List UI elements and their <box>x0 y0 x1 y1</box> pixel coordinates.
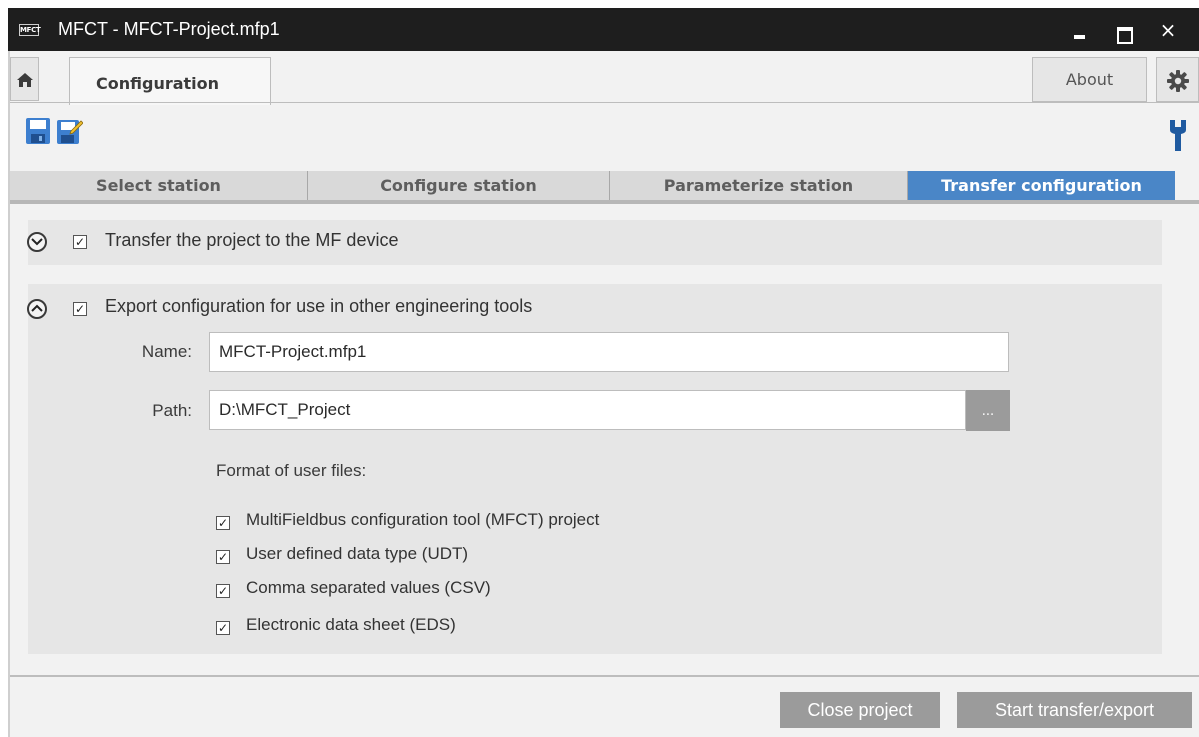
format-udt-label: User defined data type (UDT) <box>246 544 469 563</box>
format-option-udt[interactable]: ✓ User defined data type (UDT) <box>216 544 468 568</box>
tab-configuration[interactable]: Configuration <box>69 57 271 105</box>
save-icon[interactable] <box>26 118 50 144</box>
path-label: Path: <box>152 401 192 420</box>
gear-icon <box>1167 70 1189 92</box>
close-icon[interactable]: × <box>1154 17 1182 43</box>
save-as-icon[interactable] <box>57 118 83 144</box>
window-title: MFCT - MFCT-Project.mfp1 <box>58 19 280 39</box>
format-csv-label: Comma separated values (CSV) <box>246 578 491 597</box>
minimize-icon[interactable] <box>1065 17 1093 43</box>
transfer-label: Transfer the project to the MF device <box>105 230 399 250</box>
format-csv-checkbox[interactable]: ✓ <box>216 584 230 598</box>
format-eds-label: Electronic data sheet (EDS) <box>246 615 456 634</box>
browse-button[interactable]: ... <box>966 390 1010 431</box>
tab-divider <box>10 102 1199 103</box>
step-select-station[interactable]: Select station <box>10 171 308 200</box>
home-button[interactable] <box>10 57 39 101</box>
format-udt-checkbox[interactable]: ✓ <box>216 550 230 564</box>
settings-button[interactable] <box>1156 57 1199 102</box>
app-logo: MFCT <box>19 24 41 36</box>
about-button[interactable]: About <box>1032 57 1147 102</box>
path-input[interactable]: D:\MFCT_Project <box>209 390 966 430</box>
export-label: Export configuration for use in other en… <box>105 296 533 316</box>
footer-divider <box>10 675 1199 677</box>
name-label: Name: <box>141 342 192 361</box>
step-parameterize-station[interactable]: Parameterize station <box>610 171 908 200</box>
name-input[interactable]: MFCT-Project.mfp1 <box>209 332 1009 372</box>
title-bar: MFCT MFCT - MFCT-Project.mfp1 × <box>8 8 1199 51</box>
format-option-mfct[interactable]: ✓ MultiFieldbus configuration tool (MFCT… <box>216 510 599 534</box>
maximize-icon[interactable] <box>1109 17 1137 44</box>
format-option-eds[interactable]: ✓ Electronic data sheet (EDS) <box>216 615 456 639</box>
home-icon <box>17 73 33 87</box>
collapse-chevron-up-icon[interactable] <box>27 299 47 319</box>
format-eds-checkbox[interactable]: ✓ <box>216 621 230 635</box>
export-checkbox[interactable]: ✓ <box>73 302 87 316</box>
start-transfer-button[interactable]: Start transfer/export <box>957 692 1192 728</box>
step-configure-station[interactable]: Configure station <box>308 171 610 200</box>
close-project-button[interactable]: Close project <box>780 692 940 728</box>
step-transfer-configuration[interactable]: Transfer configuration <box>908 171 1175 200</box>
format-mfct-checkbox[interactable]: ✓ <box>216 516 230 530</box>
wrench-icon[interactable] <box>1169 118 1187 152</box>
transfer-checkbox[interactable]: ✓ <box>73 235 87 249</box>
expand-chevron-down-icon[interactable] <box>27 232 47 252</box>
format-mfct-label: MultiFieldbus configuration tool (MFCT) … <box>246 510 600 529</box>
format-option-csv[interactable]: ✓ Comma separated values (CSV) <box>216 578 491 602</box>
format-heading: Format of user files: <box>216 461 367 480</box>
step-divider <box>10 200 1199 204</box>
